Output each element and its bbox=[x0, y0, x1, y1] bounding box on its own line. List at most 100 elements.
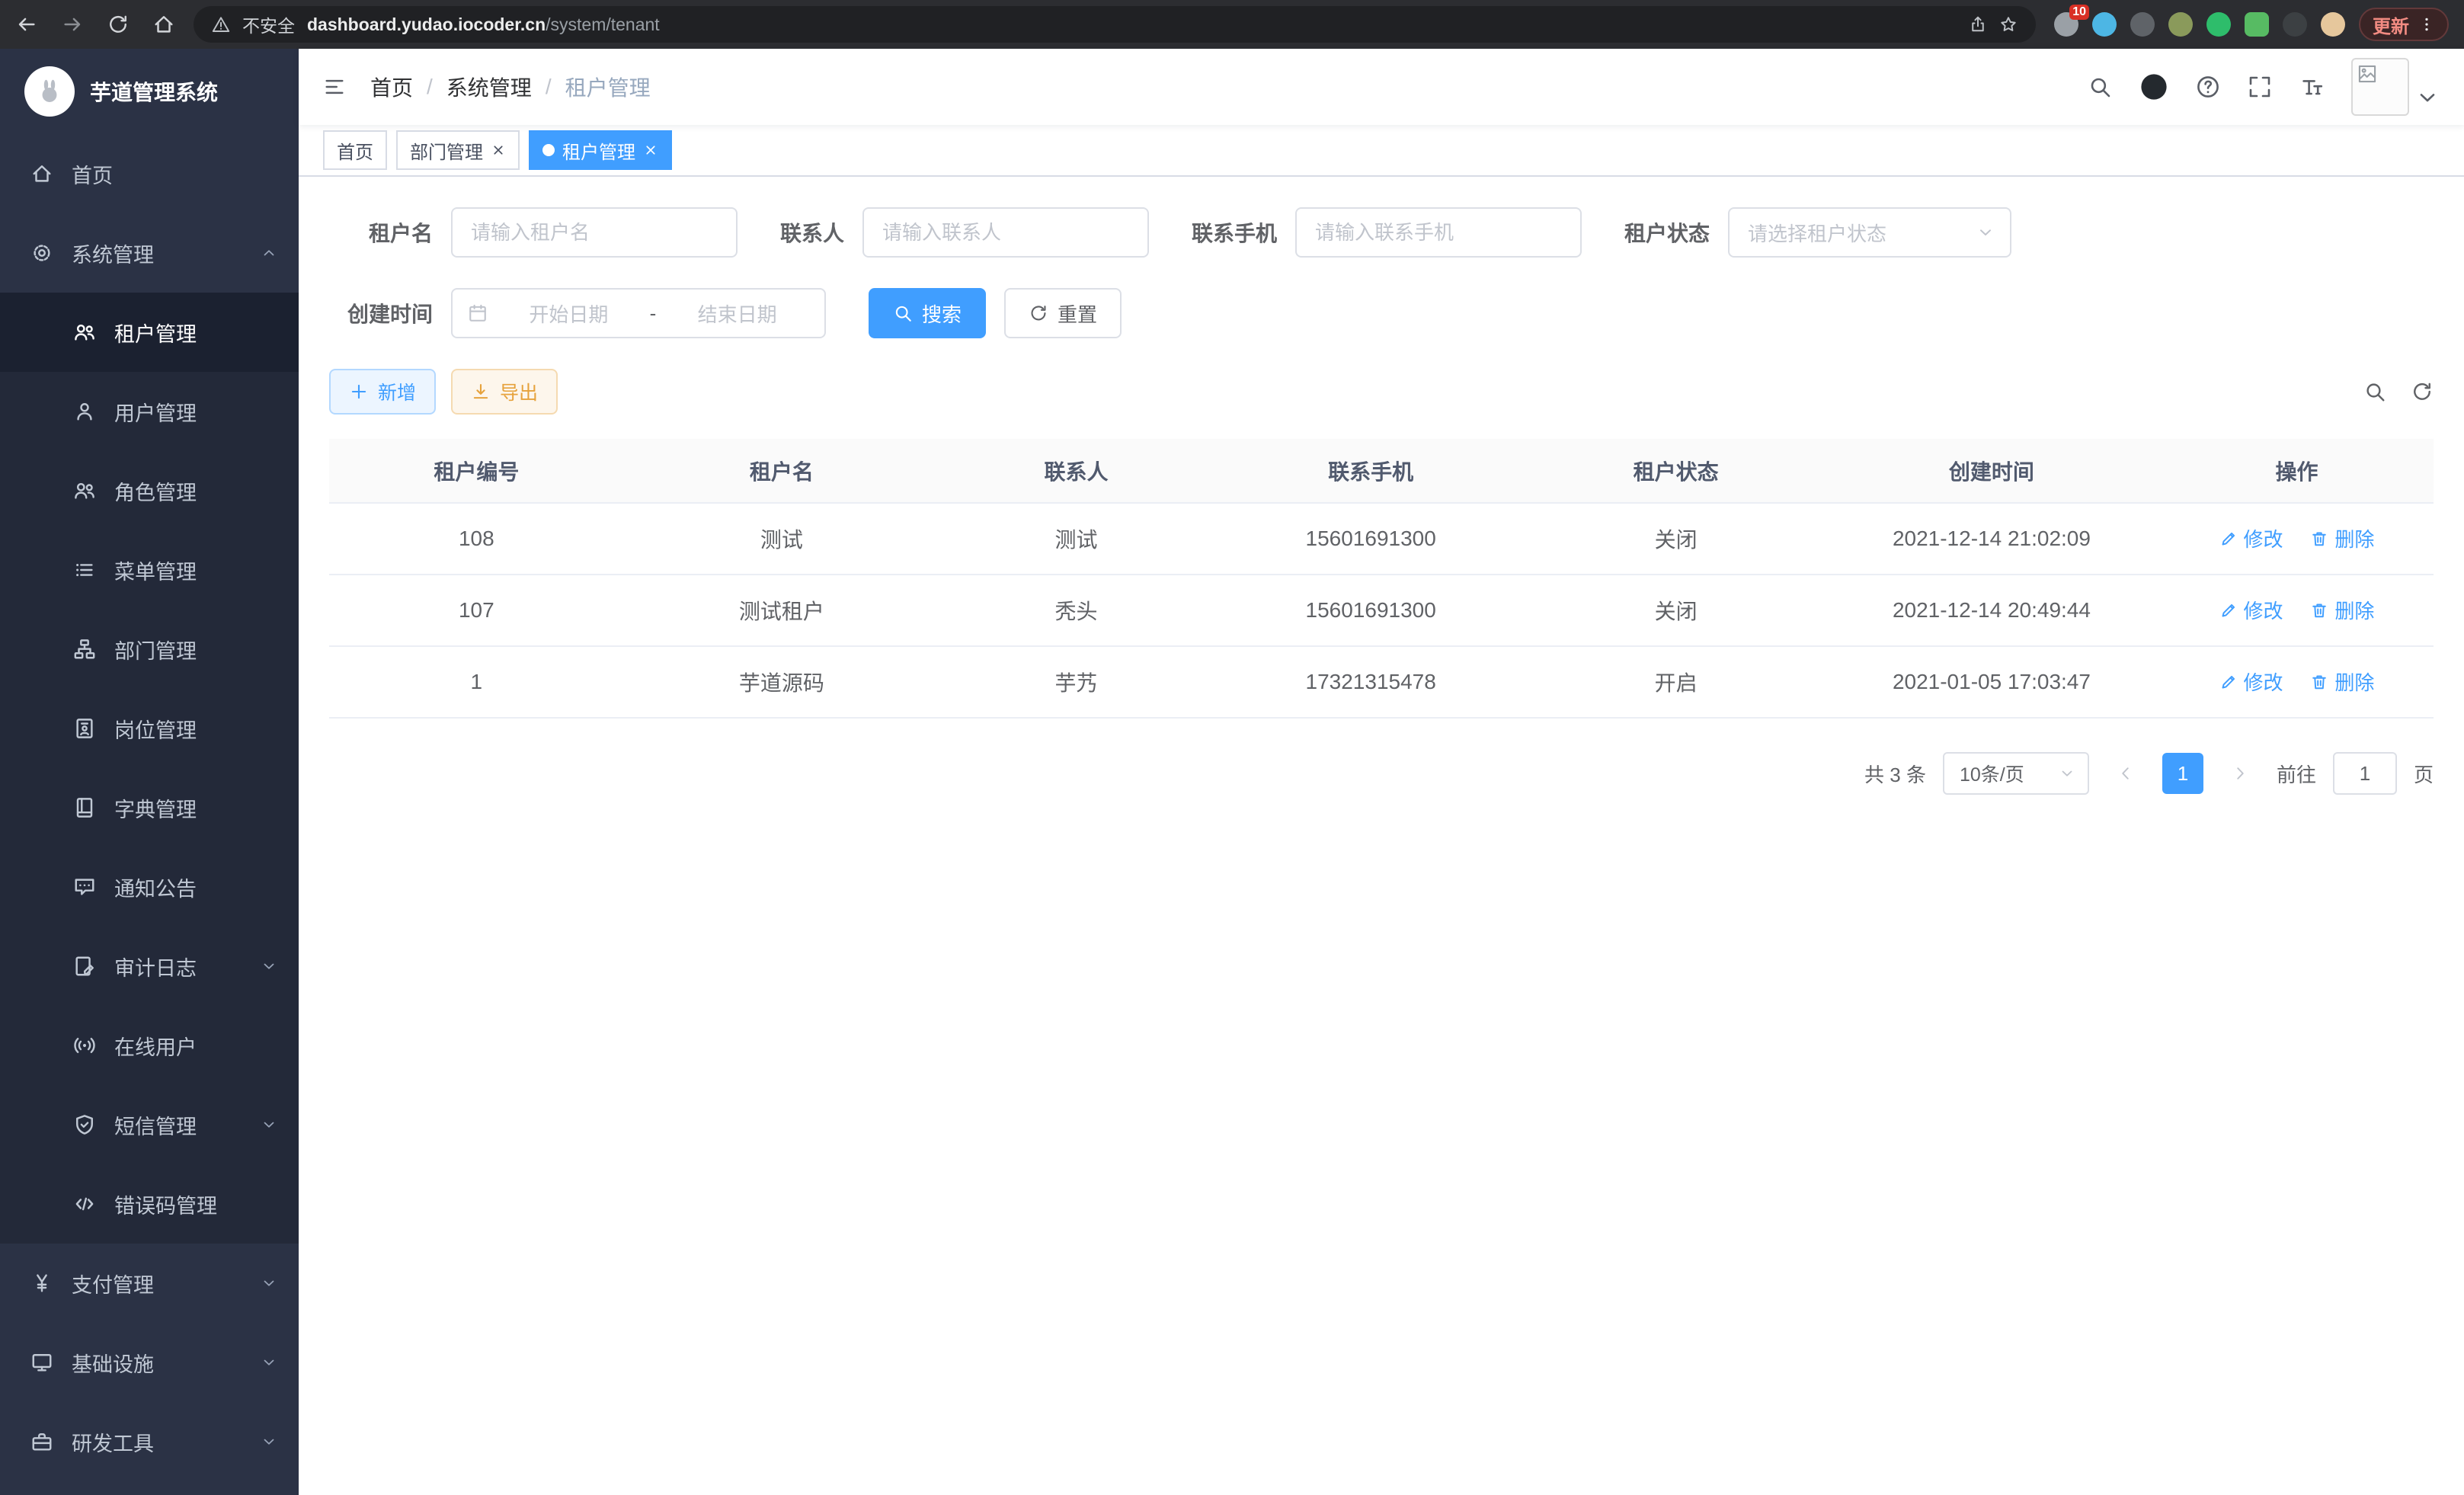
calendar-icon bbox=[468, 303, 488, 323]
chevron-down-icon bbox=[261, 1275, 277, 1292]
table-header-row: 租户编号 租户名 联系人 联系手机 租户状态 创建时间 操作 bbox=[329, 439, 2434, 503]
export-button-label: 导出 bbox=[500, 378, 538, 405]
fullscreen-icon[interactable] bbox=[2248, 75, 2272, 99]
breadcrumb-item[interactable]: 系统管理 bbox=[446, 72, 532, 102]
reload-icon[interactable] bbox=[107, 13, 130, 36]
tab-home[interactable]: 首页 bbox=[323, 130, 387, 170]
filter-row-1: 租户名 联系人 联系手机 租户状态 请选择租户状态 bbox=[329, 207, 2434, 258]
page-size-value: 10条/页 bbox=[1960, 760, 2024, 787]
help-icon[interactable] bbox=[2196, 75, 2220, 99]
cell-tenant-name: 测试 bbox=[624, 503, 939, 575]
toolbar-right bbox=[2363, 380, 2434, 403]
sidebar-item-dept-management[interactable]: 部门管理 bbox=[0, 610, 299, 689]
breadcrumb-item-current: 租户管理 bbox=[565, 72, 651, 102]
extension-icon[interactable] bbox=[2245, 12, 2269, 37]
font-size-icon[interactable] bbox=[2299, 75, 2324, 99]
back-icon[interactable] bbox=[15, 13, 38, 36]
users-icon bbox=[73, 479, 96, 502]
update-label: 更新 bbox=[2373, 11, 2409, 38]
sidebar-item-payment-management[interactable]: 支付管理 bbox=[0, 1244, 299, 1323]
sidebar-item-role-management[interactable]: 角色管理 bbox=[0, 451, 299, 530]
extension-icon[interactable] bbox=[2206, 12, 2231, 37]
sidebar-item-home[interactable]: 首页 bbox=[0, 134, 299, 213]
reset-button[interactable]: 重置 bbox=[1004, 288, 1122, 338]
status-select[interactable]: 请选择租户状态 bbox=[1728, 207, 2011, 258]
sidebar-item-dict-management[interactable]: 字典管理 bbox=[0, 768, 299, 847]
share-icon[interactable] bbox=[1969, 15, 1987, 34]
add-button[interactable]: 新增 bbox=[329, 369, 436, 415]
cell-tenant-id: 108 bbox=[329, 503, 624, 575]
prev-page-button[interactable] bbox=[2106, 754, 2146, 793]
extension-icon[interactable] bbox=[2168, 12, 2193, 37]
cell-status: 关闭 bbox=[1528, 503, 1823, 575]
bookmark-star-icon[interactable] bbox=[1999, 15, 2018, 34]
contact-input[interactable] bbox=[862, 207, 1149, 258]
menu-dots-icon[interactable] bbox=[2418, 16, 2435, 33]
export-button[interactable]: 导出 bbox=[451, 369, 558, 415]
github-icon[interactable] bbox=[2139, 72, 2168, 101]
profile-avatar[interactable] bbox=[2321, 12, 2345, 37]
download-icon bbox=[471, 382, 491, 402]
update-button[interactable]: 更新 bbox=[2359, 8, 2449, 41]
goto-page-input[interactable] bbox=[2333, 752, 2397, 795]
home-icon[interactable] bbox=[152, 13, 175, 36]
sidebar-item-dev-tools[interactable]: 研发工具 bbox=[0, 1402, 299, 1481]
search-button[interactable]: 搜索 bbox=[869, 288, 986, 338]
phone-input[interactable] bbox=[1295, 207, 1582, 258]
sidebar-item-label: 系统管理 bbox=[72, 238, 154, 268]
sidebar-item-online-users[interactable]: 在线用户 bbox=[0, 1006, 299, 1085]
edit-link[interactable]: 修改 bbox=[2219, 596, 2283, 624]
broken-image-icon bbox=[2357, 64, 2377, 84]
breadcrumb-item[interactable]: 首页 bbox=[370, 72, 413, 102]
sidebar-item-error-code-management[interactable]: 错误码管理 bbox=[0, 1164, 299, 1244]
sidebar-item-menu-management[interactable]: 菜单管理 bbox=[0, 530, 299, 610]
cell-contact: 测试 bbox=[939, 503, 1213, 575]
chevron-up-icon bbox=[261, 245, 277, 261]
next-page-button[interactable] bbox=[2220, 754, 2260, 793]
sidebar-item-infrastructure[interactable]: 基础设施 bbox=[0, 1323, 299, 1402]
tab-dept-management[interactable]: 部门管理 bbox=[396, 130, 520, 170]
delete-link[interactable]: 删除 bbox=[2310, 524, 2374, 552]
extension-icon[interactable]: 10 bbox=[2054, 12, 2078, 37]
delete-link[interactable]: 删除 bbox=[2310, 596, 2374, 624]
sidebar-item-audit-log[interactable]: 审计日志 bbox=[0, 927, 299, 1006]
extension-icon[interactable] bbox=[2130, 12, 2155, 37]
sidebar-item-user-management[interactable]: 用户管理 bbox=[0, 372, 299, 451]
tenant-table: 租户编号 租户名 联系人 联系手机 租户状态 创建时间 操作 108 测试 测试 bbox=[329, 439, 2434, 719]
edit-link[interactable]: 修改 bbox=[2219, 524, 2283, 552]
create-time-label: 创建时间 bbox=[329, 298, 433, 328]
edit-link[interactable]: 修改 bbox=[2219, 667, 2283, 696]
refresh-table-icon[interactable] bbox=[2411, 380, 2434, 403]
sidebar-item-post-management[interactable]: 岗位管理 bbox=[0, 689, 299, 768]
col-header-created: 创建时间 bbox=[1823, 439, 2160, 503]
close-icon[interactable] bbox=[643, 142, 658, 158]
toggle-search-icon[interactable] bbox=[2363, 380, 2386, 403]
forward-icon[interactable] bbox=[61, 13, 84, 36]
sidebar-item-notice[interactable]: 通知公告 bbox=[0, 847, 299, 927]
search-icon[interactable] bbox=[2088, 75, 2112, 99]
sidebar-toggle-icon[interactable] bbox=[323, 75, 346, 98]
date-start-placeholder: 开始日期 bbox=[497, 299, 641, 328]
delete-link[interactable]: 删除 bbox=[2310, 667, 2374, 696]
page-size-select[interactable]: 10条/页 bbox=[1943, 752, 2089, 795]
date-separator: - bbox=[650, 302, 657, 325]
date-range-picker[interactable]: 开始日期 - 结束日期 bbox=[451, 288, 826, 338]
tenant-name-input[interactable] bbox=[451, 207, 738, 258]
sidebar-item-tenant-management[interactable]: 租户管理 bbox=[0, 293, 299, 372]
filter-row-2: 创建时间 开始日期 - 结束日期 搜索 重置 bbox=[329, 288, 2434, 338]
cell-tenant-name: 芋道源码 bbox=[624, 646, 939, 718]
sidebar-item-label: 角色管理 bbox=[114, 476, 197, 506]
avatar bbox=[2351, 58, 2409, 116]
address-bar[interactable]: 不安全 dashboard.yudao.iocoder.cn/system/te… bbox=[194, 6, 2036, 43]
chevron-down-icon bbox=[1976, 223, 1995, 242]
extension-icon[interactable] bbox=[2283, 12, 2307, 37]
cell-tenant-id: 107 bbox=[329, 575, 624, 646]
sidebar-item-label: 字典管理 bbox=[114, 793, 197, 823]
sidebar-item-sms-management[interactable]: 短信管理 bbox=[0, 1085, 299, 1164]
tab-tenant-management[interactable]: 租户管理 bbox=[529, 130, 672, 170]
close-icon[interactable] bbox=[491, 142, 506, 158]
page-number-button[interactable]: 1 bbox=[2162, 753, 2203, 794]
extension-icon[interactable] bbox=[2092, 12, 2117, 37]
sidebar-item-system-management[interactable]: 系统管理 bbox=[0, 213, 299, 293]
user-avatar-menu[interactable] bbox=[2351, 58, 2440, 116]
